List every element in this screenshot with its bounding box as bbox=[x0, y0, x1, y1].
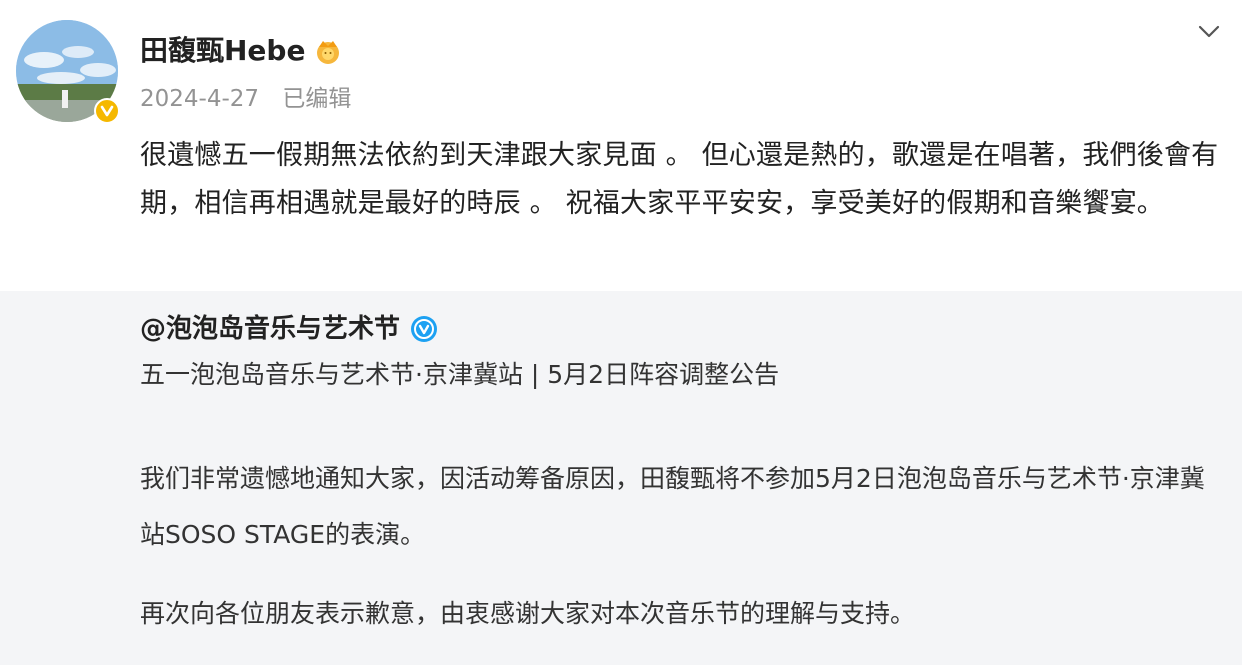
post-text: 很遺憾五一假期無法依約到天津跟大家見面 。 但心還是熱的，歌還是在唱著，我們後會… bbox=[140, 140, 1219, 219]
crown-icon bbox=[313, 36, 343, 66]
avatar[interactable] bbox=[16, 20, 120, 124]
repost-card[interactable]: @泡泡岛音乐与艺术节 五一泡泡岛音乐与艺术节·京津冀站 | 5月2日阵容调整公告… bbox=[0, 291, 1242, 665]
author-name[interactable]: 田馥甄Hebe bbox=[140, 31, 305, 71]
weibo-post: 田馥甄Hebe 2024-4-27 已编辑 很遺憾五一假期無法依約到天津跟大家見… bbox=[0, 0, 1242, 665]
repost-paragraph: 我们非常遗憾地通知大家，因活动筹备原因，田馥甄将不参加5月2日泡泡岛音乐与艺术节… bbox=[140, 464, 1205, 549]
repost-title: 五一泡泡岛音乐与艺术节·京津冀站 | 5月2日阵容调整公告 bbox=[140, 360, 780, 389]
edited-label[interactable]: 已编辑 bbox=[282, 86, 351, 112]
chevron-down-icon[interactable] bbox=[1196, 18, 1222, 44]
blue-verified-icon bbox=[410, 315, 438, 343]
verified-badge-icon bbox=[94, 98, 120, 124]
post-meta: 2024-4-27 已编辑 bbox=[140, 82, 351, 116]
repost-paragraph: 再次向各位朋友表示歉意，由衷感谢大家对本次音乐节的理解与支持。 bbox=[140, 599, 916, 628]
repost-author-row[interactable]: @泡泡岛音乐与艺术节 bbox=[140, 311, 438, 347]
post-date[interactable]: 2024-4-27 bbox=[140, 86, 259, 112]
repost-author-name[interactable]: @泡泡岛音乐与艺术节 bbox=[140, 311, 400, 347]
author-name-row[interactable]: 田馥甄Hebe bbox=[140, 31, 343, 71]
